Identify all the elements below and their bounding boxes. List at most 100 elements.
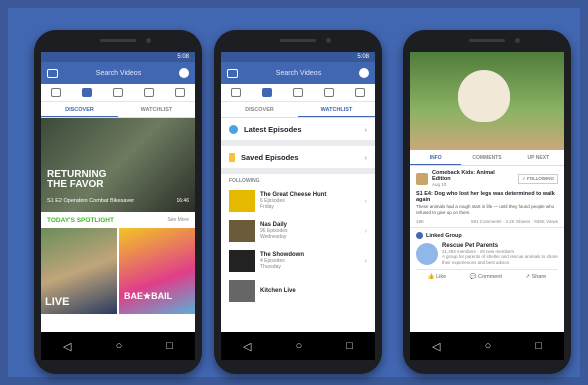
show-thumbnail [229, 190, 255, 212]
menu-icon[interactable] [354, 88, 365, 97]
nav-icon-bar [221, 84, 375, 102]
news-feed-icon[interactable] [231, 88, 242, 97]
phone-watchlist: 5:08 Search Videos DISCOVER WATCHLIST La… [214, 30, 382, 374]
list-item[interactable]: Nas Daily 96 Episodes Wednesday › [221, 216, 375, 246]
list-item[interactable]: The Showdown 4 Episodes Thursday › [221, 246, 375, 276]
recents-button[interactable]: □ [166, 340, 173, 352]
tab-up-next[interactable]: UP NEXT [513, 150, 564, 165]
tab-discover[interactable]: DISCOVER [221, 102, 298, 117]
screen: 5:08 Search Videos DISCOVER WATCHLIST La… [221, 52, 375, 332]
marketplace-icon[interactable] [292, 88, 303, 97]
back-button[interactable]: ◁ [63, 340, 71, 353]
watch-icon[interactable] [262, 88, 273, 97]
comment-label: Comment [478, 274, 502, 280]
list-item[interactable]: Kitchen Live [221, 276, 375, 306]
android-nav-bar: ◁ ○ □ [221, 332, 375, 360]
notifications-icon[interactable] [323, 88, 334, 97]
group-avatar [416, 243, 438, 265]
android-nav-bar: ◁ ○ □ [41, 332, 195, 360]
group-card[interactable]: Rescue Pet Parents 21,493 members · 29 n… [416, 243, 558, 265]
show-thumbnail [229, 250, 255, 272]
page-name[interactable]: Comeback Kids: Animal Edition [432, 170, 495, 182]
recents-button[interactable]: □ [346, 340, 353, 352]
home-button[interactable]: ○ [485, 340, 492, 352]
saved-episodes-row[interactable]: Saved Episodes › [221, 146, 375, 174]
promo-frame: 5:08 Search Videos DISCOVER WATCHLIST RE… [8, 8, 580, 377]
spotlight-video-live[interactable]: LIVE [41, 228, 117, 314]
bookmark-icon [229, 152, 235, 162]
latest-episodes-row[interactable]: Latest Episodes › [221, 118, 375, 146]
hero-title: RETURNING THE FAVOR [47, 169, 107, 190]
screen: INFO COMMENTS UP NEXT Comeback Kids: Ani… [410, 52, 564, 332]
group-icon [416, 232, 423, 239]
page-header: Comeback Kids: Animal Edition Aug 10 ✓ FO… [410, 166, 564, 187]
chevron-right-icon: › [364, 152, 368, 162]
tabs: DISCOVER WATCHLIST [221, 102, 375, 118]
show-thumbnail [229, 220, 255, 242]
marketplace-icon[interactable] [112, 88, 123, 97]
show-label: BAE★BAIL [124, 291, 173, 301]
linked-group-section: Linked Group Rescue Pet Parents 21,493 m… [410, 228, 564, 284]
tab-info[interactable]: INFO [410, 150, 462, 165]
show-title: Kitchen Live [260, 288, 296, 294]
tabs: DISCOVER WATCHLIST [41, 102, 195, 118]
tab-comments[interactable]: COMMENTS [461, 150, 512, 165]
front-camera [515, 38, 520, 43]
recents-button[interactable]: □ [535, 340, 542, 352]
menu-icon[interactable] [174, 88, 185, 97]
show-day: Thursday [260, 264, 281, 270]
search-bar: Search Videos [41, 62, 195, 84]
status-bar: 5:08 [41, 52, 195, 62]
list-item[interactable]: The Great Cheese Hunt 6 Episodes Friday › [221, 186, 375, 216]
search-input[interactable]: Search Videos [244, 70, 353, 77]
tab-discover[interactable]: DISCOVER [41, 102, 118, 117]
search-input[interactable]: Search Videos [64, 70, 173, 77]
home-button[interactable]: ○ [296, 340, 303, 352]
like-button[interactable]: 👍 Like [428, 274, 446, 280]
show-thumbnail [229, 280, 255, 302]
home-button[interactable]: ○ [116, 340, 123, 352]
camera-icon[interactable] [47, 68, 58, 78]
comment-button[interactable]: 💬 Comment [470, 274, 502, 280]
chevron-right-icon: › [364, 227, 367, 235]
action-bar: 👍 Like 💬 Comment ↗ Share [416, 269, 558, 280]
front-camera [326, 38, 331, 43]
hero-duration: 16:46 [176, 198, 189, 204]
show-day: Friday [260, 204, 274, 210]
tab-watchlist[interactable]: WATCHLIST [118, 102, 195, 117]
hero-subtitle: S1 E2 Operation Combat Bikesaver [47, 198, 135, 204]
phone-discover: 5:08 Search Videos DISCOVER WATCHLIST RE… [34, 30, 202, 374]
back-button[interactable]: ◁ [432, 340, 440, 353]
reaction-count[interactable]: 19K [416, 219, 424, 224]
phone-video-detail: INFO COMMENTS UP NEXT Comeback Kids: Ani… [403, 30, 571, 374]
tab-watchlist[interactable]: WATCHLIST [298, 102, 375, 117]
post-date: Aug 10 [432, 182, 447, 187]
clock-icon [229, 124, 238, 134]
dog-image [458, 70, 510, 122]
video-player[interactable] [410, 52, 564, 150]
watch-icon[interactable] [82, 88, 93, 97]
camera-icon[interactable] [227, 68, 238, 78]
page-avatar[interactable] [416, 172, 428, 185]
see-more-link[interactable]: See More [167, 217, 189, 223]
share-button[interactable]: ↗ Share [525, 274, 546, 280]
following-button[interactable]: ✓ FOLLOWING [517, 173, 558, 184]
spotlight-heading: TODAY'S SPOTLIGHT [47, 216, 114, 224]
news-feed-icon[interactable] [51, 88, 62, 97]
status-bar: 5:08 [221, 52, 375, 62]
search-bar: Search Videos [221, 62, 375, 84]
notifications-icon[interactable] [143, 88, 154, 97]
linked-group-label: Linked Group [426, 232, 462, 239]
hero-video[interactable]: RETURNING THE FAVOR S1 E2 Operation Comb… [41, 118, 195, 212]
back-button[interactable]: ◁ [243, 340, 251, 353]
following-heading: FOLLOWING [229, 178, 260, 184]
chevron-right-icon: › [364, 257, 367, 265]
messenger-icon[interactable] [179, 68, 189, 78]
spotlight-header: TODAY'S SPOTLIGHT See More [41, 212, 195, 228]
chevron-right-icon: › [364, 197, 367, 205]
episode-description: These animals had a rough start in life … [416, 204, 555, 215]
latest-episodes-label: Latest Episodes [244, 124, 302, 134]
messenger-icon[interactable] [359, 68, 369, 78]
engagement-stats: 19K 591 Comments · 4.2K Shares · 936K Vi… [410, 216, 564, 228]
spotlight-video-bae-bail[interactable]: BAE★BAIL [119, 228, 195, 314]
